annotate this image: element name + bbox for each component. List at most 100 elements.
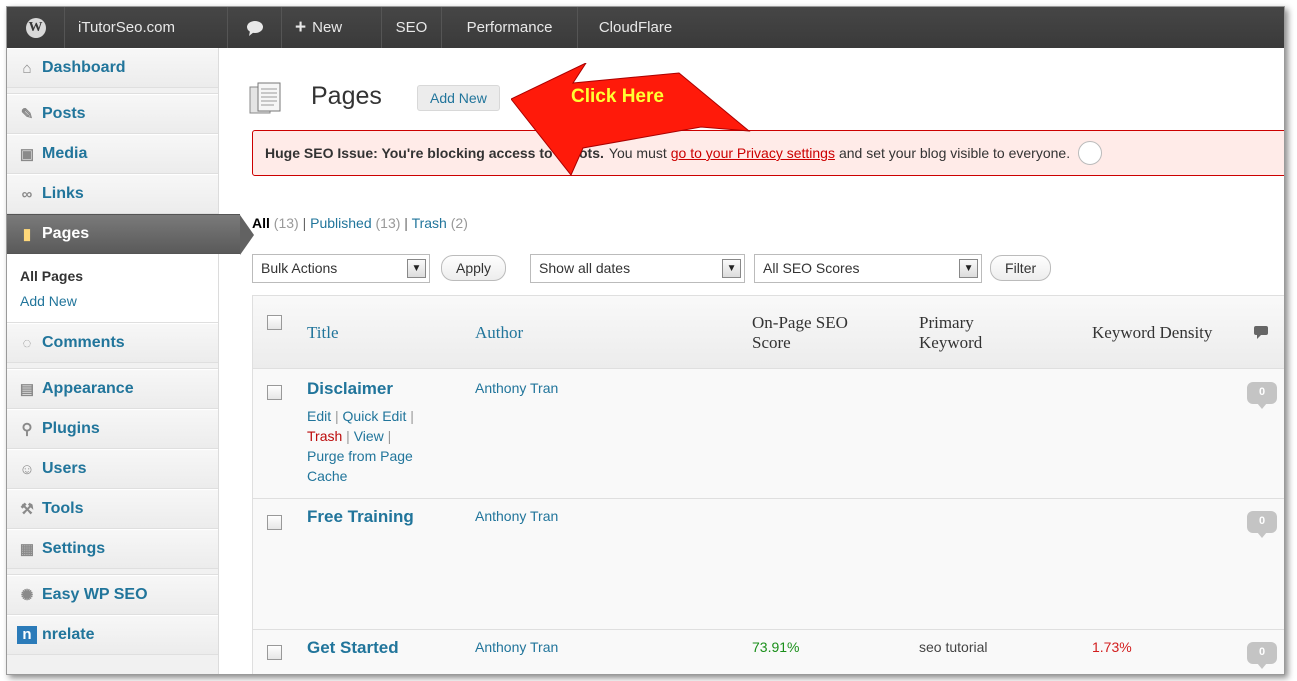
admin-bar-new-button[interactable]: + New [282,7,382,48]
table-header: Title Author On-Page SEO Score Primary K… [253,296,1284,369]
admin-bar: W iTutorSeo.com + New SEO Performance Clo… [7,7,1284,48]
filter-published[interactable]: Published [310,215,372,231]
quick-edit-link[interactable]: Quick Edit [343,408,407,424]
column-keyword-line1: Primary [919,312,974,332]
sidebar-item-comments[interactable]: ◌ Comments [7,323,218,363]
column-title[interactable]: Title [307,296,339,369]
dates-select[interactable]: Show all dates ▼ [530,253,746,283]
plus-icon: + [295,16,307,38]
page-title-link[interactable]: Free Training [307,507,414,527]
screenshot-frame: W iTutorSeo.com + New SEO Performance Clo… [6,6,1285,675]
pages-table: Title Author On-Page SEO Score Primary K… [252,295,1284,674]
page-title-link[interactable]: Get Started [307,638,399,658]
author-link[interactable]: Anthony Tran [475,639,558,655]
comments-icon: ◌ [22,334,32,352]
chevron-down-icon: ▼ [407,258,426,278]
select-all-checkbox[interactable] [267,315,282,330]
admin-sidebar: ⌂ Dashboard ✎ Posts ▣ Media ∞ Links ▮ Pages A… [7,48,254,674]
column-seo-score: On-Page SEO Score [752,296,848,369]
sidebar-item-users[interactable]: ☺ Users [7,449,218,489]
comment-count-bubble[interactable]: 0 [1247,382,1277,409]
sidebar-item-label: Dashboard [42,59,126,76]
pages-submenu: All Pages Add New [7,254,218,323]
filter-trash[interactable]: Trash [412,215,447,231]
sidebar-item-media[interactable]: ▣ Media [7,134,218,174]
sidebar-item-posts[interactable]: ✎ Posts [7,94,218,134]
links-icon: ∞ [21,185,33,203]
trash-link[interactable]: Trash [307,428,342,444]
chevron-down-icon: ▼ [959,258,979,278]
comment-count-bubble[interactable]: 0 [1247,511,1277,538]
pages-header-icon [249,82,281,114]
settings-icon: ▦ [19,541,35,558]
sidebar-item-label: Plugins [42,420,100,437]
filter-button[interactable]: Filter [990,255,1052,281]
column-seo-score-line2: Score [752,332,791,352]
sidebar-item-dashboard[interactable]: ⌂ Dashboard [7,48,218,88]
wordpress-logo-icon[interactable]: W [7,7,65,48]
admin-bar-seo-menu[interactable]: SEO [382,7,442,48]
sidebar-item-appearance[interactable]: ▤ Appearance [7,369,218,409]
row-checkbox[interactable] [267,515,282,530]
media-icon: ▣ [19,146,35,163]
add-new-page-button[interactable]: Add New [417,85,500,111]
row-actions: Edit | Quick Edit | Trash | View | Purge… [307,408,414,484]
seo-scores-select[interactable]: All SEO Scores ▼ [754,253,983,283]
purge-cache-link[interactable]: Purge from Page Cache [307,448,413,484]
sidebar-item-tools[interactable]: ⚒ Tools [7,489,218,529]
comment-count-bubble[interactable]: 0 [1247,642,1277,669]
appearance-icon: ▤ [19,381,35,398]
tools-icon: ⚒ [20,501,34,518]
filter-published-count: (13) [375,215,401,231]
dashboard-icon: ⌂ [22,59,32,77]
submenu-all-pages[interactable]: All Pages [20,264,218,289]
sidebar-item-plugins[interactable]: ⚲ Plugins [7,409,218,449]
primary-keyword-value: seo tutorial [919,639,988,655]
admin-bar-cloudflare-menu[interactable]: CloudFlare [578,7,693,48]
dates-value: Show all dates [539,260,631,276]
submenu-add-new[interactable]: Add New [20,289,218,314]
row-checkbox[interactable] [267,385,282,400]
sidebar-item-label: Comments [42,334,125,351]
filter-trash-count: (2) [450,215,468,231]
column-seo-score-line1: On-Page SEO [752,312,848,332]
sidebar-item-label: Settings [42,540,106,557]
status-filters: All (13) | Published (13) | Trash (2) [252,215,468,231]
bulk-actions-value: Bulk Actions [261,260,338,276]
plugins-icon: ⚲ [21,421,33,438]
sidebar-item-pages[interactable]: ▮ Pages [7,214,254,255]
admin-bar-site-name[interactable]: iTutorSeo.com [65,7,228,48]
column-author[interactable]: Author [475,296,523,369]
page-title: Pages [311,82,382,110]
sidebar-item-label: Tools [42,500,84,517]
column-keyword-line2: Keyword [919,332,983,352]
comments-bubble-icon[interactable] [228,7,282,48]
author-link[interactable]: Anthony Tran [475,508,558,524]
edit-link[interactable]: Edit [307,408,331,424]
author-link[interactable]: Anthony Tran [475,380,558,396]
sidebar-item-links[interactable]: ∞ Links [7,174,218,214]
row-checkbox[interactable] [267,645,282,660]
notice-dismiss-icon[interactable] [1078,141,1103,165]
red-arrow-annotation: Click Here [511,63,751,176]
page-title-link[interactable]: Disclaimer [307,379,393,399]
users-icon: ☺ [19,460,35,478]
main-content: Pages Add New Huge SEO Issue: You're blo… [219,48,1284,674]
bulk-actions-select[interactable]: Bulk Actions ▼ [252,253,430,283]
column-primary-keyword: Primary Keyword [919,296,982,369]
filter-all[interactable]: All [252,215,270,231]
sidebar-item-label: Links [42,185,84,202]
sidebar-item-easy-wp-seo[interactable]: ✺ Easy WP SEO [7,575,218,615]
table-nav: Bulk Actions ▼ Apply Show all dates ▼ All … [252,253,1052,283]
seo-scores-value: All SEO Scores [763,260,860,276]
sidebar-item-settings[interactable]: ▦ Settings [7,529,218,569]
keyword-density-value: 1.73% [1092,639,1132,655]
admin-bar-performance-menu[interactable]: Performance [442,7,578,48]
admin-bar-new-label: New [312,19,343,36]
sidebar-item-nrelate[interactable]: n nrelate [7,615,218,655]
table-row: Free Training Anthony Tran 0 [253,499,1284,630]
pin-icon: ✎ [20,106,34,123]
view-link[interactable]: View [354,428,384,444]
apply-button[interactable]: Apply [441,255,507,281]
click-here-label: Click Here [571,86,664,107]
